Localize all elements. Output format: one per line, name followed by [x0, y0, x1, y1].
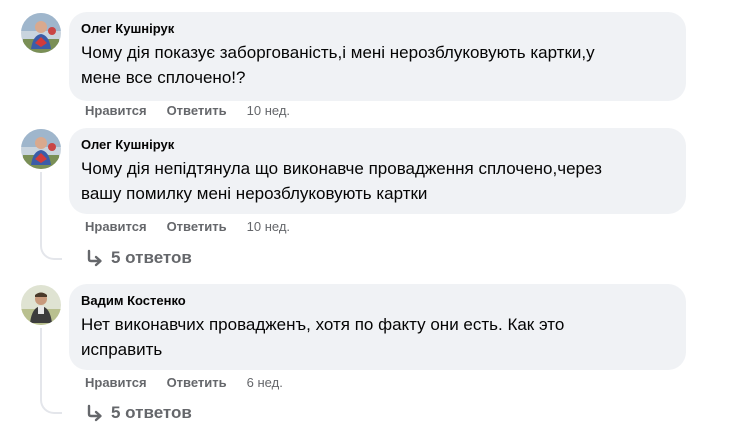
- comment-actions: Нравится Ответить 6 нед.: [85, 375, 283, 391]
- comment-text: Чому дія показує заборгованість,і мені н…: [81, 40, 674, 90]
- like-button[interactable]: Нравится: [85, 219, 147, 235]
- reply-button[interactable]: Ответить: [167, 375, 227, 391]
- reply-arrow-icon: [87, 249, 102, 267]
- thread-connector: [40, 392, 62, 414]
- comment-text-line: Чому дія показує заборгованість,і мені н…: [81, 43, 595, 62]
- comment-author[interactable]: Вадим Костенко: [81, 292, 674, 309]
- comment-timestamp[interactable]: 10 нед.: [247, 103, 290, 119]
- comment-text-line: Нет виконавчих провадженъ, хотя по факту…: [81, 315, 565, 334]
- comment-text-line: исправить: [81, 340, 163, 359]
- avatar[interactable]: [21, 129, 61, 169]
- comment-timestamp[interactable]: 6 нед.: [247, 375, 283, 391]
- avatar[interactable]: [21, 13, 61, 53]
- thread-connector: [40, 238, 62, 260]
- reply-button[interactable]: Ответить: [167, 103, 227, 119]
- comment-text-line: Чому дія непідтянула що виконавче провад…: [81, 159, 602, 178]
- user-avatar-icon: [21, 129, 61, 169]
- comment-bubble: Олег Кушнірук Чому дія показує заборгова…: [69, 12, 686, 101]
- comment-timestamp[interactable]: 10 нед.: [247, 219, 290, 235]
- comment-text-line: вашу помилку мені нерозблуковують картки: [81, 184, 428, 203]
- thread-line: [40, 172, 42, 246]
- avatar[interactable]: [21, 285, 61, 325]
- comment-bubble: Вадим Костенко Нет виконавчих провадженъ…: [69, 284, 686, 370]
- comment-author[interactable]: Олег Кушнірук: [81, 20, 674, 37]
- user-avatar-icon: [21, 13, 61, 53]
- comment-bubble: Олег Кушнірук Чому дія непідтянула що ви…: [69, 128, 686, 214]
- comment-text: Нет виконавчих провадженъ, хотя по факту…: [81, 312, 674, 362]
- user-avatar-icon: [21, 285, 61, 325]
- view-replies-button[interactable]: 5 ответов: [85, 403, 192, 423]
- view-replies-button[interactable]: 5 ответов: [85, 248, 192, 268]
- comment-actions: Нравится Ответить 10 нед.: [85, 103, 290, 119]
- comment-text: Чому дія непідтянула що виконавче провад…: [81, 156, 674, 206]
- comment-text-line: мене все сплочено!?: [81, 68, 246, 87]
- thread-line: [40, 328, 42, 400]
- comments-feed: Олег Кушнірук Чому дія показує заборгова…: [0, 0, 745, 428]
- comment-author[interactable]: Олег Кушнірук: [81, 136, 674, 153]
- replies-count: 5 ответов: [111, 403, 192, 422]
- like-button[interactable]: Нравится: [85, 103, 147, 119]
- replies-count: 5 ответов: [111, 248, 192, 267]
- like-button[interactable]: Нравится: [85, 375, 147, 391]
- reply-button[interactable]: Ответить: [167, 219, 227, 235]
- reply-arrow-icon: [87, 404, 102, 422]
- comment-actions: Нравится Ответить 10 нед.: [85, 219, 290, 235]
